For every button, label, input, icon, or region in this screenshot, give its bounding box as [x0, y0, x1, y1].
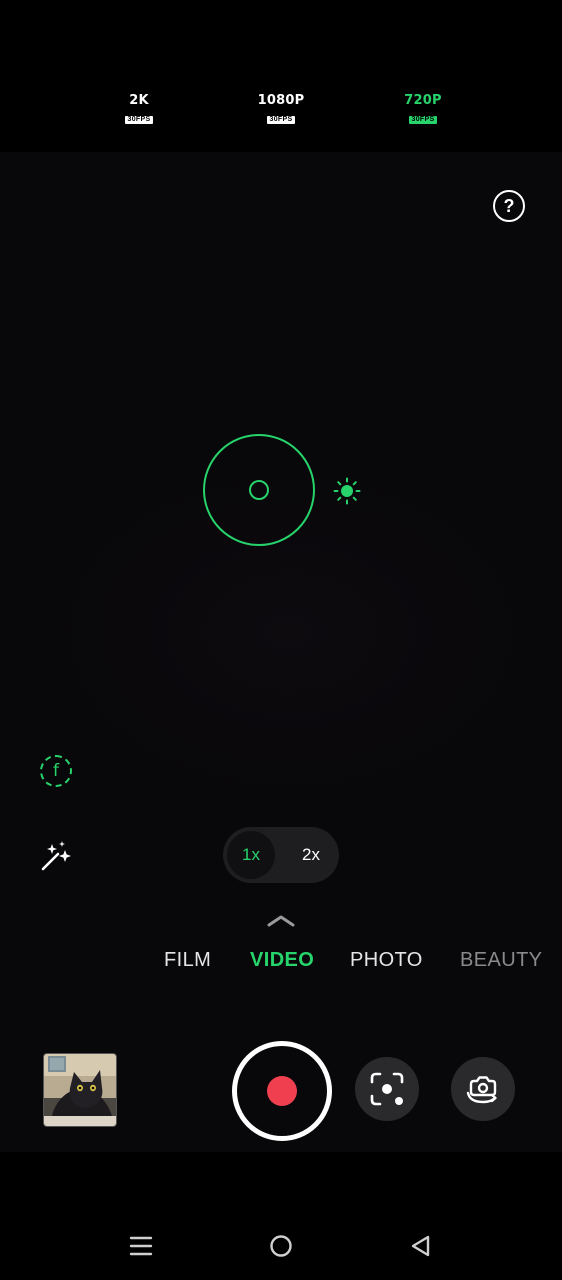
mode-photo[interactable]: PHOTO — [350, 949, 423, 972]
mode-beauty[interactable]: BEAUTY — [460, 949, 542, 972]
gallery-thumbnail[interactable] — [43, 1053, 117, 1127]
sparkles-icon[interactable] — [38, 838, 74, 874]
mode-selector: FILM VIDEO PHOTO BEAUTY — [0, 945, 562, 979]
camera-screen: 2K 30FPS 1080P 30FPS 720P 30FPS ? f 1x 2… — [0, 0, 562, 1280]
menu-icon[interactable] — [129, 1234, 153, 1258]
question-icon: ? — [503, 195, 515, 216]
chevron-up-icon[interactable] — [266, 912, 296, 928]
fps-badge: 30FPS — [124, 116, 154, 124]
sun-icon[interactable] — [333, 477, 361, 505]
zoom-selector: 1x 2x — [223, 827, 339, 883]
home-icon[interactable] — [269, 1234, 293, 1258]
cat-photo — [44, 1054, 116, 1126]
record-dot-icon — [267, 1076, 297, 1106]
back-icon[interactable] — [409, 1234, 433, 1258]
resolution-bar: 2K 30FPS 1080P 30FPS 720P 30FPS — [0, 0, 562, 152]
resolution-label: 2K — [129, 93, 149, 108]
fps-badge: 30FPS — [408, 116, 438, 124]
lens-scan-icon — [370, 1072, 404, 1106]
fps-badge: 30FPS — [266, 116, 296, 124]
lens-scan-button[interactable] — [355, 1057, 419, 1121]
zoom-2x[interactable]: 2x — [287, 831, 335, 879]
viewfinder[interactable] — [0, 152, 562, 1152]
mode-film[interactable]: FILM — [164, 949, 211, 972]
flip-camera-button[interactable] — [451, 1057, 515, 1121]
resolution-720p[interactable]: 720P 30FPS — [393, 94, 453, 126]
resolution-2k[interactable]: 2K 30FPS — [109, 94, 169, 126]
flip-camera-icon — [466, 1076, 497, 1104]
resolution-label: 720P — [404, 93, 442, 108]
record-button[interactable] — [232, 1041, 332, 1141]
zoom-1x[interactable]: 1x — [227, 831, 275, 879]
help-button[interactable]: ? — [493, 190, 525, 222]
resolution-label: 1080P — [257, 93, 305, 108]
filter-icon: f — [53, 761, 59, 781]
focus-center-icon — [249, 480, 269, 500]
system-nav-bar — [0, 1152, 562, 1280]
filter-button[interactable]: f — [40, 755, 72, 787]
resolution-1080p[interactable]: 1080P 30FPS — [251, 94, 311, 126]
mode-video[interactable]: VIDEO — [250, 949, 314, 972]
